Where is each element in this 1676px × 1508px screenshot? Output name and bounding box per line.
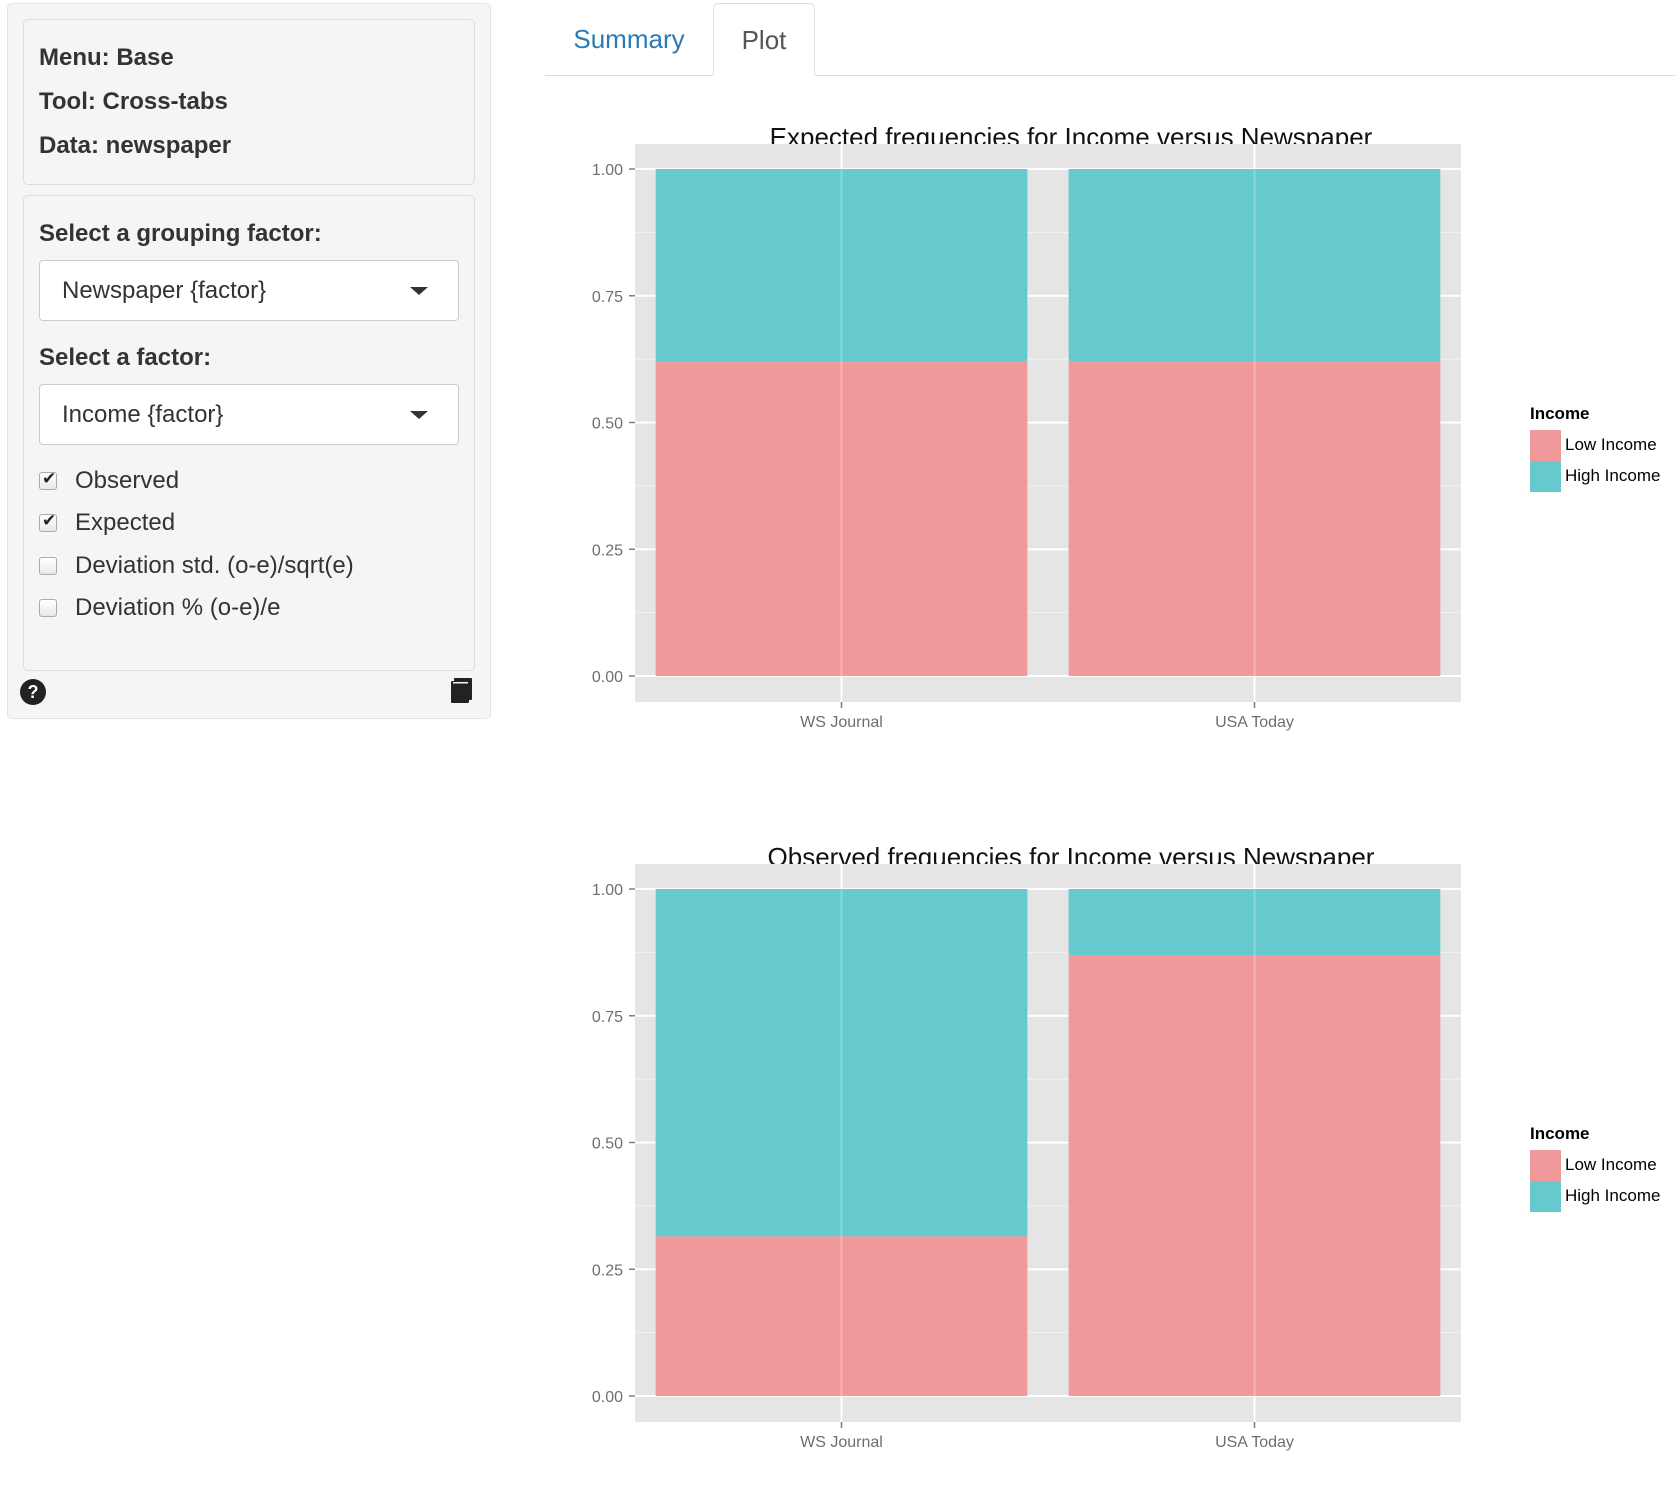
data-info: Data: newspaper — [39, 132, 232, 159]
tab-summary[interactable]: Summary — [545, 3, 713, 76]
x-tick-label: USA Today — [1215, 714, 1294, 731]
legend-swatch-high-income — [1530, 461, 1561, 492]
y-tick-label: 0.00 — [592, 669, 623, 686]
chevron-down-icon — [410, 411, 428, 419]
legend-swatch-low-income — [1530, 430, 1561, 461]
grouping-factor-select[interactable]: Newspaper {factor} — [39, 260, 459, 321]
chevron-down-icon — [410, 287, 428, 295]
checkbox-label: Expected — [75, 509, 176, 536]
x-tick-label: WS Journal — [800, 1434, 883, 1451]
legend-label: Low Income — [1565, 435, 1657, 454]
chart-legend: Income Low Income High Income — [1530, 404, 1660, 492]
menu-info: Menu: Base — [39, 44, 174, 71]
book-icon[interactable] — [449, 678, 473, 704]
legend-label: Low Income — [1565, 1155, 1657, 1174]
grouping-factor-value: Newspaper {factor} — [62, 277, 267, 304]
legend-label: High Income — [1565, 1186, 1661, 1205]
checkmark-icon: ✔ — [42, 511, 57, 531]
y-tick-label: 0.75 — [592, 1009, 623, 1026]
y-tick-label: 0.25 — [592, 1262, 623, 1279]
legend-item-low-income: Low Income — [1530, 430, 1657, 461]
checkmark-icon: ✔ — [42, 469, 57, 489]
y-tick-label: 0.25 — [592, 542, 623, 559]
factor-label: Select a factor: — [39, 344, 212, 371]
legend-label: High Income — [1565, 466, 1661, 485]
tool-info: Tool: Cross-tabs — [39, 88, 228, 115]
expected-frequencies-chart: Expected frequencies for Income versus N… — [545, 118, 1676, 778]
checkbox-box[interactable]: ✔ — [39, 511, 57, 532]
tab-plot[interactable]: Plot — [713, 3, 815, 76]
checkbox-label: Observed — [75, 467, 180, 494]
info-well: Menu: Base Tool: Cross-tabs Data: newspa… — [23, 19, 475, 185]
controls-well: Select a grouping factor: Newspaper {fac… — [23, 195, 475, 671]
y-tick-label: 0.75 — [592, 289, 623, 306]
y-tick-label: 0.00 — [592, 1389, 623, 1406]
checkbox-label: Deviation % (o-e)/e — [75, 594, 281, 621]
grouping-factor-label: Select a grouping factor: — [39, 220, 322, 247]
checkbox-box[interactable]: ✔ — [39, 469, 57, 490]
factor-select[interactable]: Income {factor} — [39, 384, 459, 445]
sidebar-panel: Menu: Base Tool: Cross-tabs Data: newspa… — [7, 3, 491, 719]
checkbox-box[interactable] — [39, 557, 57, 575]
y-tick-label: 0.50 — [592, 416, 623, 433]
y-tick-label: 0.50 — [592, 1136, 623, 1153]
legend-item-high-income: High Income — [1530, 461, 1660, 492]
legend-swatch-high-income — [1530, 1181, 1561, 1212]
legend-title: Income — [1530, 404, 1590, 423]
legend-item-high-income: High Income — [1530, 1181, 1660, 1212]
chart-legend: Income Low Income High Income — [1530, 1124, 1660, 1212]
chart-canvas: 0.00 0.25 0.50 0.75 1.00 WS Journal USA Today — [592, 864, 1461, 1451]
x-tick-label: WS Journal — [800, 714, 883, 731]
y-tick-label: 1.00 — [592, 882, 623, 899]
legend-item-low-income: Low Income — [1530, 1150, 1657, 1181]
legend-swatch-low-income — [1530, 1150, 1561, 1181]
legend-title: Income — [1530, 1124, 1590, 1143]
observed-frequencies-chart: Observed frequencies for Income versus N… — [545, 838, 1676, 1498]
checkbox-box[interactable] — [39, 599, 57, 617]
x-tick-label: USA Today — [1215, 1434, 1294, 1451]
y-tick-label: 1.00 — [592, 162, 623, 179]
factor-value: Income {factor} — [62, 401, 224, 428]
checkbox-label: Deviation std. (o-e)/sqrt(e) — [75, 552, 354, 579]
chart-canvas: 0.00 0.25 0.50 0.75 1.00 WS Journal USA Today — [592, 144, 1461, 731]
question-circle-icon[interactable]: ? — [20, 679, 46, 705]
